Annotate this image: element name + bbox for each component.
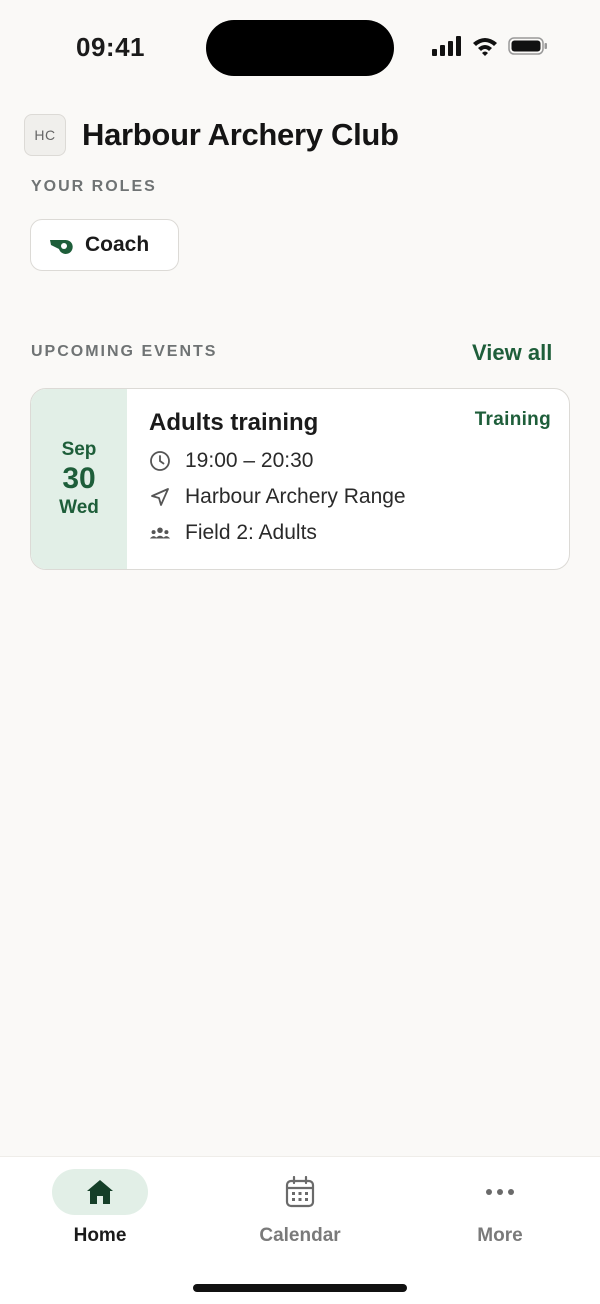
event-location-row: Harbour Archery Range: [149, 485, 569, 509]
event-time: 19:00 – 20:30: [185, 449, 314, 472]
roles-section-label: YOUR ROLES: [31, 178, 157, 195]
role-chip-coach[interactable]: Coach: [30, 219, 179, 271]
event-date-block: Sep 30 Wed: [31, 389, 127, 569]
status-icons: [432, 36, 548, 56]
event-details: Adults training Training 19:00 – 20:30 H…: [127, 389, 569, 569]
event-group-row: Field 2: Adults: [149, 521, 569, 545]
status-time: 09:41: [76, 32, 145, 62]
whistle-icon: [50, 239, 73, 254]
event-time-row: 19:00 – 20:30: [149, 449, 569, 473]
tab-home-label: Home: [73, 1225, 127, 1246]
tab-home-indicator: [52, 1169, 148, 1215]
event-weekday: Wed: [59, 497, 99, 518]
event-location: Harbour Archery Range: [185, 485, 406, 508]
location-arrow-icon: [151, 488, 169, 506]
calendar-icon: [285, 1176, 315, 1208]
wifi-icon: [473, 38, 497, 56]
status-bar: 09:41: [0, 0, 600, 96]
battery-icon: [508, 37, 547, 55]
tab-more[interactable]: More: [400, 1169, 600, 1247]
club-avatar[interactable]: HC: [24, 114, 66, 156]
page-title: Harbour Archery Club: [82, 117, 399, 152]
more-icon: [486, 1189, 514, 1195]
role-chip-label: Coach: [85, 233, 150, 256]
group-icon: [149, 527, 171, 539]
signal-icon: [432, 36, 461, 56]
clock-icon: [150, 451, 170, 471]
event-type-badge: Training: [474, 409, 551, 430]
tab-calendar[interactable]: Calendar: [200, 1169, 400, 1247]
view-all-link[interactable]: View all: [472, 340, 552, 366]
tab-more-label: More: [477, 1225, 523, 1246]
event-card[interactable]: Sep 30 Wed Adults training Training 19:0…: [30, 388, 570, 570]
event-month: Sep: [61, 439, 97, 460]
tab-bar: Home Calendar More: [0, 1156, 600, 1304]
tab-calendar-label: Calendar: [259, 1225, 341, 1246]
home-indicator: [193, 1284, 407, 1292]
events-section-label: UPCOMING EVENTS: [31, 343, 218, 360]
dynamic-island: [206, 20, 394, 76]
tab-home[interactable]: Home: [0, 1169, 200, 1247]
event-group: Field 2: Adults: [185, 521, 317, 544]
club-header: HC Harbour Archery Club: [24, 114, 399, 156]
home-icon: [87, 1180, 113, 1204]
event-day: 30: [62, 462, 96, 495]
